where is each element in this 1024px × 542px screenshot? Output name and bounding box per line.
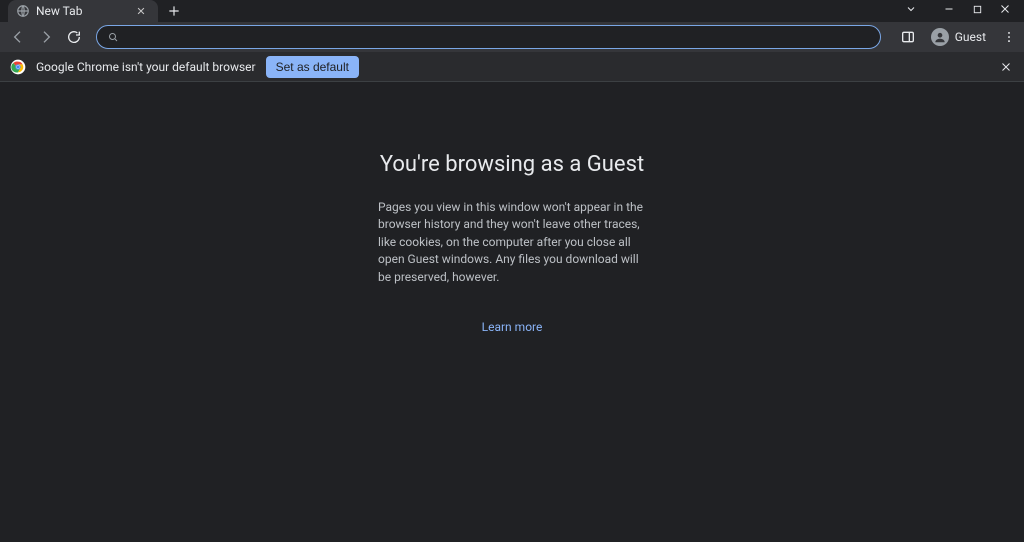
new-tab-button[interactable] — [162, 0, 186, 22]
window-titlebar: New Tab — [0, 0, 1024, 22]
window-maximize-button[interactable] — [970, 2, 984, 16]
guest-body: Pages you view in this window won't appe… — [378, 199, 646, 286]
profile-label: Guest — [955, 30, 986, 44]
address-bar[interactable] — [96, 25, 881, 49]
search-icon — [107, 31, 119, 43]
tab-strip: New Tab — [0, 0, 896, 22]
chrome-logo-icon — [10, 59, 26, 75]
reload-button[interactable] — [62, 25, 86, 49]
learn-more-link[interactable]: Learn more — [482, 320, 543, 334]
set-as-default-button[interactable]: Set as default — [266, 56, 359, 78]
browser-tab[interactable]: New Tab — [8, 0, 158, 22]
omnibox-input[interactable] — [127, 26, 870, 48]
infobar-close-icon[interactable] — [998, 59, 1014, 75]
guest-title: You're browsing as a Guest — [380, 152, 644, 177]
default-browser-infobar: Google Chrome isn't your default browser… — [0, 52, 1024, 82]
globe-icon — [16, 4, 30, 18]
default-browser-message: Google Chrome isn't your default browser — [36, 60, 256, 74]
window-close-button[interactable] — [998, 2, 1012, 16]
tab-title: New Tab — [36, 4, 128, 18]
forward-button[interactable] — [34, 25, 58, 49]
tab-search-chevron-icon[interactable] — [904, 2, 918, 16]
window-minimize-button[interactable] — [942, 2, 956, 16]
profile-chip[interactable]: Guest — [927, 25, 994, 49]
window-controls — [896, 2, 1024, 22]
back-button[interactable] — [6, 25, 30, 49]
chrome-menu-button[interactable] — [1000, 30, 1018, 44]
side-panel-button[interactable] — [895, 25, 921, 49]
browser-toolbar: Guest — [0, 22, 1024, 52]
toolbar-right-cluster: Guest — [891, 25, 1018, 49]
tab-close-icon[interactable] — [134, 4, 148, 18]
avatar-icon — [931, 28, 949, 46]
guest-page-content: You're browsing as a Guest Pages you vie… — [0, 82, 1024, 542]
